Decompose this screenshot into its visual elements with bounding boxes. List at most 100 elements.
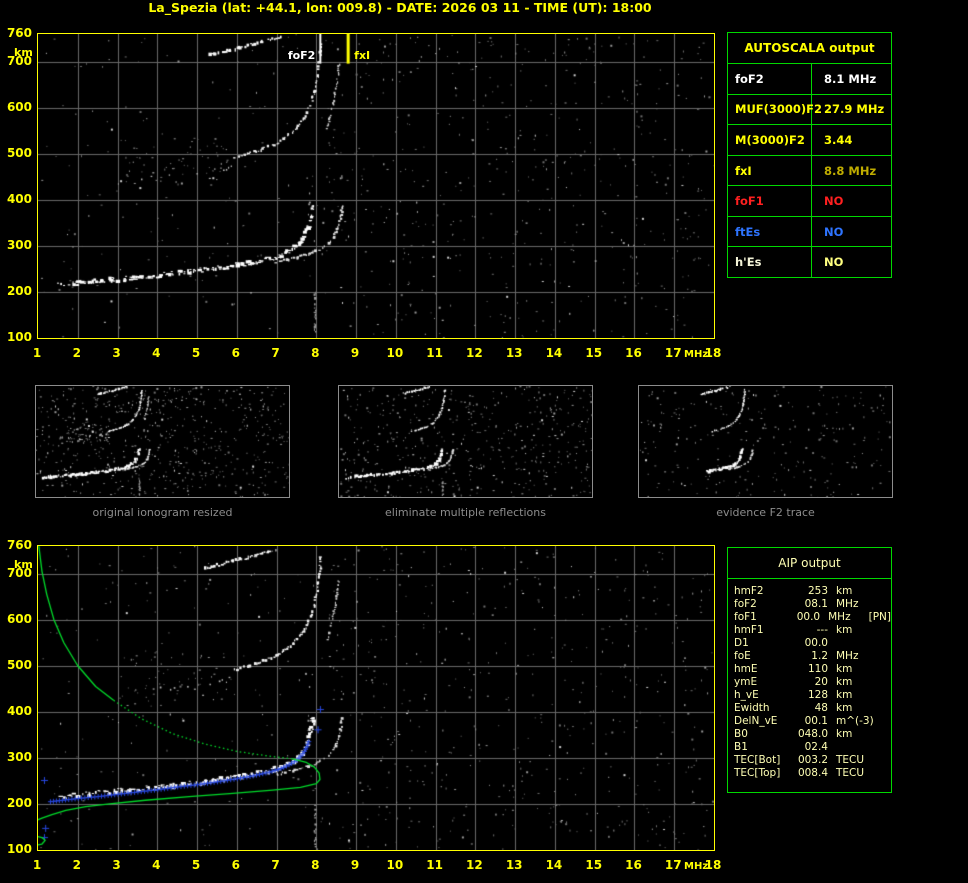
thumbnail-caption-eliminate: eliminate multiple reflections	[385, 506, 546, 519]
autoscala-row-value: NO	[824, 224, 844, 239]
aip-row-ymE: ymE 20 km	[734, 676, 891, 689]
autoscala-row-value: 27.9 MHz	[824, 102, 885, 117]
aip-extra	[878, 702, 880, 715]
aip-row-B1: B1 02.4	[734, 741, 891, 754]
aip-name: foF2	[734, 598, 757, 610]
aip-extra: [PN]	[868, 611, 891, 623]
aip-value: 02.4	[804, 741, 828, 753]
autoscala-row-ftEs: ftEs NO	[728, 216, 891, 248]
x-tick-label: 6	[231, 346, 240, 360]
profile-ionogram-plot	[37, 545, 715, 851]
station-title: La_Spezia (lat: +44.1, lon: 009.8) - DAT…	[148, 0, 652, 15]
aip-unit	[828, 637, 878, 650]
x-tick-label: 13	[505, 858, 523, 872]
aip-name: h_vE	[734, 689, 759, 701]
y-tick-label: 200	[6, 283, 32, 298]
x-tick-label: 17	[664, 346, 682, 360]
y-tick-label: 200	[6, 795, 32, 810]
aip-rows: hmF2 253 km foF2 08.1 MHz foF1 00.0 MHz [PN] hmF1-…	[728, 579, 891, 780]
aip-unit: MHz	[828, 611, 851, 623]
x-tick-label: 12	[466, 858, 483, 872]
y-tick-label: 700	[6, 53, 32, 68]
x-tick-label: 7	[271, 858, 280, 872]
autoscala-row-foF2: foF2 8.1 MHz	[728, 64, 891, 95]
aip-row-foE: foE 1.2 MHz	[734, 650, 891, 663]
aip-extra	[878, 715, 880, 728]
aip-value: 003.2	[797, 754, 828, 766]
y-tick-label: 400	[6, 703, 32, 718]
y-tick-label: 600	[6, 611, 32, 626]
aip-value: 110	[807, 663, 828, 675]
autoscala-row-value: 8.1 MHz	[824, 71, 877, 86]
x-tick-label: 16	[625, 346, 642, 360]
autoscala-row-label: h'Es	[728, 247, 812, 278]
aip-row-DelN_vE: DelN_vE 00.1 m^(-3)	[734, 715, 891, 728]
autoscala-row-label: foF2	[728, 64, 812, 94]
aip-row-Ewidth: Ewidth 48 km	[734, 702, 891, 715]
x-tick-label: 11	[426, 346, 443, 360]
aip-extra	[878, 624, 880, 637]
autoscala-row-value: NO	[824, 255, 844, 270]
aip-unit: MHz	[836, 650, 859, 662]
aip-unit: km	[836, 728, 853, 740]
y-tick-label: 760	[6, 538, 32, 552]
aip-output-panel: AIP output hmF2 253 km foF2 08.1 MHz foF1 00.0 M…	[727, 547, 892, 793]
aip-value: 48	[814, 702, 828, 714]
aip-unit	[828, 741, 878, 754]
x-tick-label: 1	[32, 858, 42, 872]
autoscala-row-M(3000)F2: M(3000)F2 3.44	[728, 125, 891, 156]
aip-row-TEC[Bot]: TEC[Bot] 003.2 TECU	[734, 754, 891, 767]
x-tick-label: 10	[386, 346, 404, 360]
aip-name: foE	[734, 650, 751, 662]
x-tick-label: 15	[585, 858, 603, 872]
autoscala-row-foF1: foF1 NO	[728, 186, 891, 217]
x-tick-label: 9	[350, 858, 360, 872]
autoscala-row-label: ftEs	[728, 216, 812, 247]
y-tick-label: 600	[6, 99, 32, 114]
autoscala-row-label: M(3000)F2	[728, 125, 812, 155]
x-tick-label: 18	[704, 858, 722, 872]
aip-value: 253	[807, 585, 828, 597]
y-tick-label: 500	[6, 657, 32, 672]
aip-panel-header: AIP output	[728, 548, 891, 579]
thumbnail-caption-evidence: evidence F2 trace	[716, 506, 815, 519]
x-tick-label: 11	[426, 858, 443, 872]
aip-value: 00.0	[796, 611, 821, 623]
aip-extra	[878, 741, 880, 754]
y-tick-label: 300	[6, 749, 32, 764]
x-tick-label: 8	[311, 858, 320, 872]
aip-row-D1: D1 00.0	[734, 637, 891, 650]
main-ionogram-canvas	[38, 34, 714, 338]
aip-name: hmE	[734, 663, 758, 675]
x-tick-label: 1	[32, 346, 42, 360]
x-tick-label: 5	[191, 858, 201, 872]
aip-name: B0	[734, 728, 748, 740]
aip-row-hmF1: hmF1 --- km	[734, 624, 891, 637]
thumbnail-caption-original: original ionogram resized	[92, 506, 233, 519]
aip-value: ---	[816, 624, 828, 636]
aip-name: D1	[734, 637, 749, 649]
y-tick-label: 400	[6, 191, 32, 206]
autoscala-row-h'Es: h'Es NO	[728, 247, 891, 278]
aip-unit: TECU	[836, 767, 865, 779]
aip-unit: km	[836, 702, 853, 714]
aip-row-foF1: foF1 00.0 MHz [PN]	[734, 611, 891, 624]
x-tick-label: 8	[311, 346, 320, 360]
aip-row-foF2: foF2 08.1 MHz	[734, 598, 891, 611]
autoscala-rows: foF2 8.1 MHz MUF(3000)F2 27.9 MHz M(3000)F2 3…	[728, 64, 891, 278]
aip-extra	[878, 754, 880, 767]
aip-value: 048.0	[797, 728, 828, 740]
aip-row-hmF2: hmF2 253 km	[734, 585, 891, 598]
thumbnail-eliminate-reflections	[338, 385, 593, 498]
aip-unit: TECU	[836, 754, 865, 766]
aip-unit: MHz	[836, 598, 859, 610]
aip-name: hmF1	[734, 624, 764, 636]
autoscala-row-label: MUF(3000)F2	[728, 94, 822, 125]
aip-name: TEC[Bot]	[734, 754, 781, 766]
aip-extra	[878, 663, 880, 676]
aip-unit: km	[836, 689, 853, 701]
y-tick-label: 760	[6, 26, 32, 40]
y-tick-label: 700	[6, 565, 32, 580]
aip-name: B1	[734, 741, 748, 753]
autoscala-output-panel: AUTOSCALA output foF2 8.1 MHz MUF(3000)F2 2…	[727, 32, 892, 278]
